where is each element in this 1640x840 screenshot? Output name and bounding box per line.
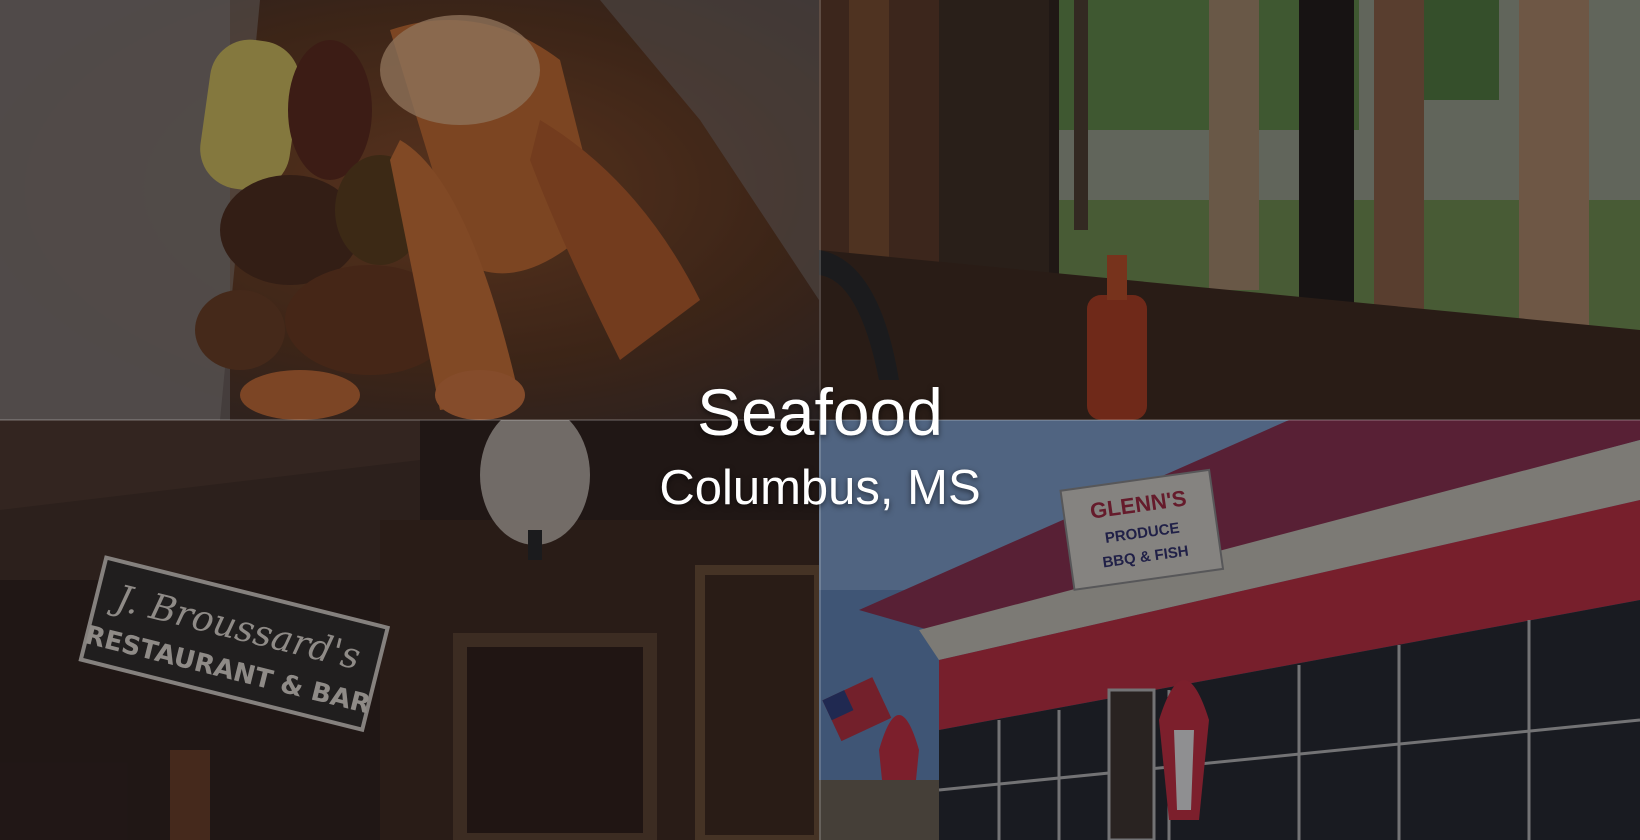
hero-heading: Seafood Columbus, MS (0, 372, 1640, 518)
location-subtitle: Columbus, MS (659, 461, 981, 515)
hero-banner: J. Broussard's RESTAURANT & BAR GLENN'S … (0, 0, 1640, 840)
seafood-boil-photo (0, 0, 819, 420)
window-seating-photo (819, 0, 1640, 420)
page-title: Seafood (697, 375, 943, 449)
